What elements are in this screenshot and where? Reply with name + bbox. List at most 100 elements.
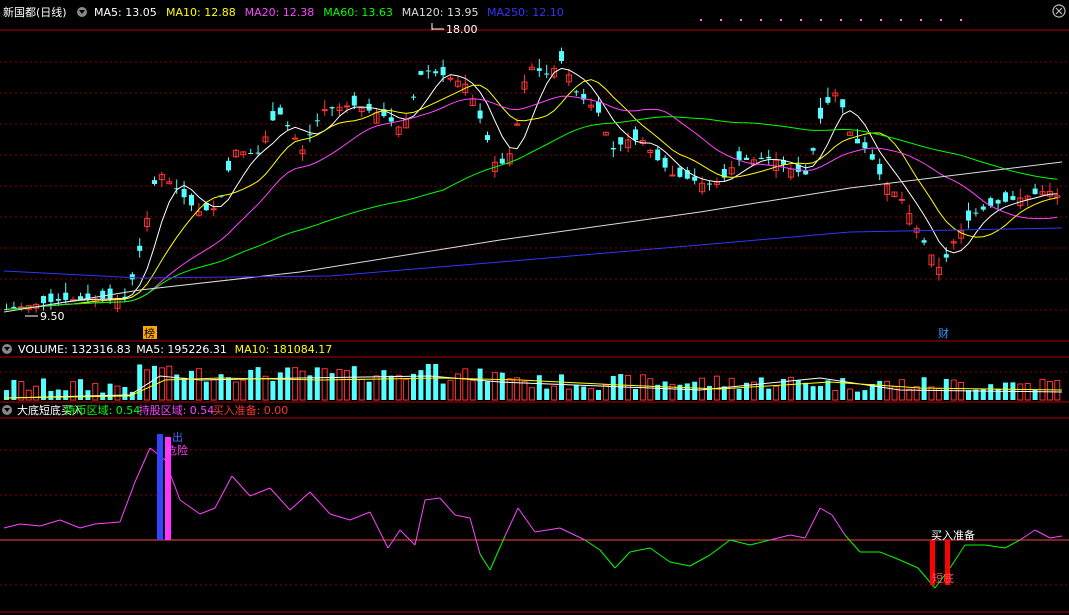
candle-body — [411, 96, 416, 98]
ma-legend-item: MA120: 13.95 — [402, 6, 479, 19]
indicator-segment — [749, 539, 771, 546]
candle-body — [618, 137, 624, 145]
indicator-segment — [517, 507, 536, 533]
collapse-icon[interactable] — [77, 7, 87, 17]
top-dot — [880, 19, 882, 21]
candle-body — [351, 95, 357, 106]
volume-bar — [425, 364, 431, 400]
candle-body — [181, 189, 187, 198]
indicator-segment — [1004, 539, 1021, 549]
candle-body — [803, 170, 809, 175]
candle-body — [477, 110, 483, 119]
buy-ready-label: 买入准备 — [931, 528, 975, 542]
top-dot — [780, 19, 782, 21]
volume-bar — [299, 370, 306, 401]
volume-bar — [55, 389, 61, 400]
candle-body — [277, 107, 283, 115]
top-dot — [700, 19, 702, 21]
top-dots — [700, 19, 962, 21]
indicator-segment — [819, 507, 833, 516]
volume-bar — [921, 377, 927, 400]
volume-bar — [307, 375, 313, 400]
indicator-segment — [709, 539, 731, 556]
marker-cai[interactable]: 财 — [938, 326, 949, 340]
indicator-segment — [399, 529, 416, 546]
ma60-line — [6, 116, 1058, 310]
volume-bar — [210, 379, 217, 401]
candle-body — [1010, 196, 1016, 200]
candle-body — [877, 164, 883, 175]
candle-body — [995, 200, 1001, 204]
candle-body — [329, 107, 335, 109]
marker-bang[interactable]: 榜 — [144, 326, 155, 340]
ind-legend-item: 买入准备: 0.00 — [213, 403, 289, 417]
indicator-segment — [1019, 529, 1036, 541]
vol-legend-item: VOLUME: 132316.83 — [18, 343, 131, 356]
high-price-label: 18.00 — [446, 23, 478, 36]
candle-body — [107, 288, 113, 299]
candle-body — [818, 107, 823, 119]
ma-legend-item: MA250: 12.10 — [487, 6, 564, 19]
candle-body — [662, 157, 668, 168]
indicator-segment — [94, 521, 121, 525]
indicator-segment — [3, 523, 21, 529]
indicator-collapse-icon[interactable] — [2, 405, 12, 415]
volume-bar — [662, 381, 668, 400]
candles — [4, 47, 1061, 314]
candle-body — [499, 158, 505, 164]
candle-body — [255, 152, 261, 154]
ind-legend-item: 持股区域: 0.54 — [139, 403, 215, 417]
volume-bar — [195, 368, 202, 401]
chart-close-icon[interactable] — [1052, 4, 1066, 18]
volume-collapse-icon[interactable] — [2, 344, 12, 354]
candle-body — [980, 206, 986, 210]
volume-bar — [773, 385, 780, 401]
top-dot — [800, 19, 802, 21]
volume-bar — [692, 381, 698, 400]
candle-body — [11, 306, 17, 309]
volume-bar — [803, 382, 809, 400]
volume-bar — [152, 365, 157, 400]
vol-legend-item: MA10: 181084.17 — [235, 343, 333, 356]
indicator-segment — [414, 499, 426, 546]
indicator-segment — [387, 529, 401, 549]
volume-bar — [255, 367, 261, 400]
candle-body — [440, 67, 446, 76]
volume-bar — [158, 367, 165, 401]
volume-bar — [248, 369, 254, 400]
indicator-segment — [789, 534, 806, 539]
volume-bar — [11, 379, 17, 400]
volume-bar — [565, 388, 572, 401]
volume-bar — [966, 390, 971, 400]
candle-body — [321, 109, 328, 112]
indicator-segment — [469, 517, 481, 555]
volume-bar — [610, 376, 616, 400]
volume-bar — [758, 377, 764, 400]
candle-body — [573, 91, 579, 93]
candle-body — [692, 176, 698, 181]
volume-bar — [137, 364, 143, 400]
ma-legend: MA5: 13.05 MA10: 12.88 MA20: 12.38 MA60: 13… — [94, 6, 564, 19]
volume-bar — [988, 384, 994, 400]
candle-body — [129, 274, 135, 280]
volume-bar — [114, 385, 121, 401]
volume-bar — [321, 368, 328, 401]
indicator-segment — [879, 551, 901, 561]
ma-legend-item: MA5: 13.05 — [94, 6, 157, 19]
volume-bar — [314, 367, 320, 400]
signal-top-label: 出 — [172, 430, 183, 444]
volume-bar — [514, 377, 521, 401]
volume-bar — [884, 380, 891, 401]
volume-bar — [559, 374, 564, 400]
indicator-segment — [599, 549, 616, 569]
signal-bar-blue — [157, 434, 163, 540]
volume-bar — [285, 367, 291, 400]
indicator-segment — [949, 544, 966, 569]
indicator-segment — [1034, 529, 1051, 539]
volume-bar — [63, 390, 69, 400]
candle-body — [226, 160, 231, 171]
indicator-segment — [231, 475, 251, 497]
volume-bar — [411, 373, 416, 400]
volume-bar — [189, 370, 194, 400]
top-dot — [960, 19, 962, 21]
